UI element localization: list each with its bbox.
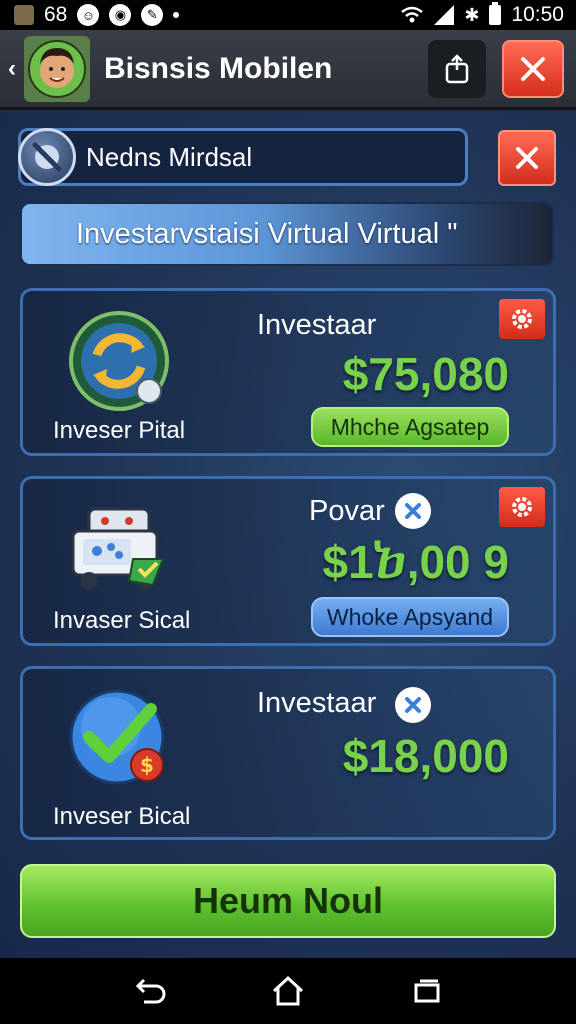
card-caption: Inveser Bical bbox=[53, 803, 191, 830]
share-icon bbox=[445, 53, 469, 83]
primary-button[interactable]: Heum Noul bbox=[20, 864, 556, 938]
status-bar-right: ✱ 10:50 bbox=[400, 2, 564, 27]
close-search-button[interactable] bbox=[498, 130, 556, 186]
truck-icon bbox=[71, 507, 165, 590]
signal-icon bbox=[434, 5, 455, 25]
wifi-icon bbox=[401, 6, 424, 23]
settings-button[interactable] bbox=[499, 299, 545, 339]
edit-icon: ✎ bbox=[141, 4, 164, 26]
chevron-left-icon[interactable]: ‹ bbox=[2, 54, 22, 84]
gear-icon bbox=[512, 309, 532, 329]
close-icon bbox=[405, 697, 421, 713]
close-top-button[interactable] bbox=[502, 39, 564, 98]
close-icon bbox=[521, 56, 545, 81]
face-icon: ◉ bbox=[109, 4, 132, 26]
virtual-banner[interactable]: Investarvstaisi Virtual Virtual " bbox=[20, 202, 554, 266]
search-badge bbox=[18, 128, 76, 186]
share-button[interactable] bbox=[428, 39, 486, 98]
banner-text: Investarvstaisi Virtual Virtual " bbox=[76, 217, 458, 250]
search-text: Nedns Mirdsal bbox=[86, 141, 253, 172]
svg-text:$: $ bbox=[140, 753, 154, 777]
notification-icon: ☺ bbox=[77, 4, 100, 26]
card-action-button[interactable]: Whoke Apsyand bbox=[311, 597, 509, 637]
checkmark-dollar-icon: $ bbox=[69, 689, 165, 785]
search-field[interactable]: Nedns Mirdsal bbox=[18, 128, 468, 186]
x-badge[interactable] bbox=[395, 687, 431, 723]
refresh-coin-icon bbox=[69, 311, 169, 411]
card-label: Povar bbox=[309, 495, 385, 527]
nav-bar bbox=[0, 958, 576, 1024]
status-bar-left: 68 ☺ ◉ ✎ bbox=[14, 3, 180, 27]
app-bar: ‹ Bisnsis Mobilen bbox=[0, 30, 576, 110]
gear-icon bbox=[512, 497, 532, 517]
investment-card[interactable]: Inveser Pital Investaar $75,080 Mhche Ag… bbox=[20, 288, 556, 456]
main-panel: Nedns Mirdsal Investarvstaisi Virtual Vi… bbox=[0, 112, 576, 958]
status-bar: 68 ☺ ◉ ✎ ✱ 10:50 bbox=[0, 0, 576, 30]
status-time: 10:50 bbox=[511, 3, 564, 26]
investment-card[interactable]: $ Inveser Bical Investaar $18,000 bbox=[20, 666, 556, 840]
card-label: Investaar bbox=[257, 309, 377, 341]
crossed-circle-icon bbox=[32, 142, 62, 172]
card-caption: Inveser Pital bbox=[53, 417, 186, 444]
card-amount: $18,000 bbox=[342, 730, 509, 782]
x-badge[interactable] bbox=[395, 493, 431, 529]
close-icon bbox=[516, 147, 538, 169]
avatar-icon bbox=[28, 39, 86, 98]
card-amount: $75,080 bbox=[342, 348, 509, 400]
card-caption: Invaser Sical bbox=[53, 607, 191, 634]
close-icon bbox=[405, 503, 421, 519]
card-amount: $1ⴆ,00 9 bbox=[322, 536, 509, 588]
dot-icon bbox=[173, 12, 180, 18]
recents-icon bbox=[414, 979, 440, 1003]
investment-card[interactable]: Invaser Sical Povar $1ⴆ,00 9 Whoke Apsya… bbox=[20, 476, 556, 646]
bluetooth-icon: ✱ bbox=[464, 4, 480, 25]
settings-button[interactable] bbox=[499, 487, 545, 527]
app-title: Bisnsis Mobilen bbox=[104, 51, 333, 85]
back-nav-icon bbox=[136, 978, 166, 1004]
home-button[interactable] bbox=[266, 969, 310, 1013]
status-left-text: 68 bbox=[44, 3, 68, 26]
back-nav-button[interactable] bbox=[127, 969, 171, 1013]
card-action-button[interactable]: Mhche Agsatep bbox=[311, 407, 509, 447]
battery-icon bbox=[489, 2, 502, 25]
avatar[interactable] bbox=[24, 35, 90, 102]
recents-button[interactable] bbox=[405, 969, 449, 1013]
home-icon bbox=[272, 975, 304, 1006]
app-icon bbox=[14, 5, 34, 25]
card-label: Investaar bbox=[257, 687, 377, 719]
